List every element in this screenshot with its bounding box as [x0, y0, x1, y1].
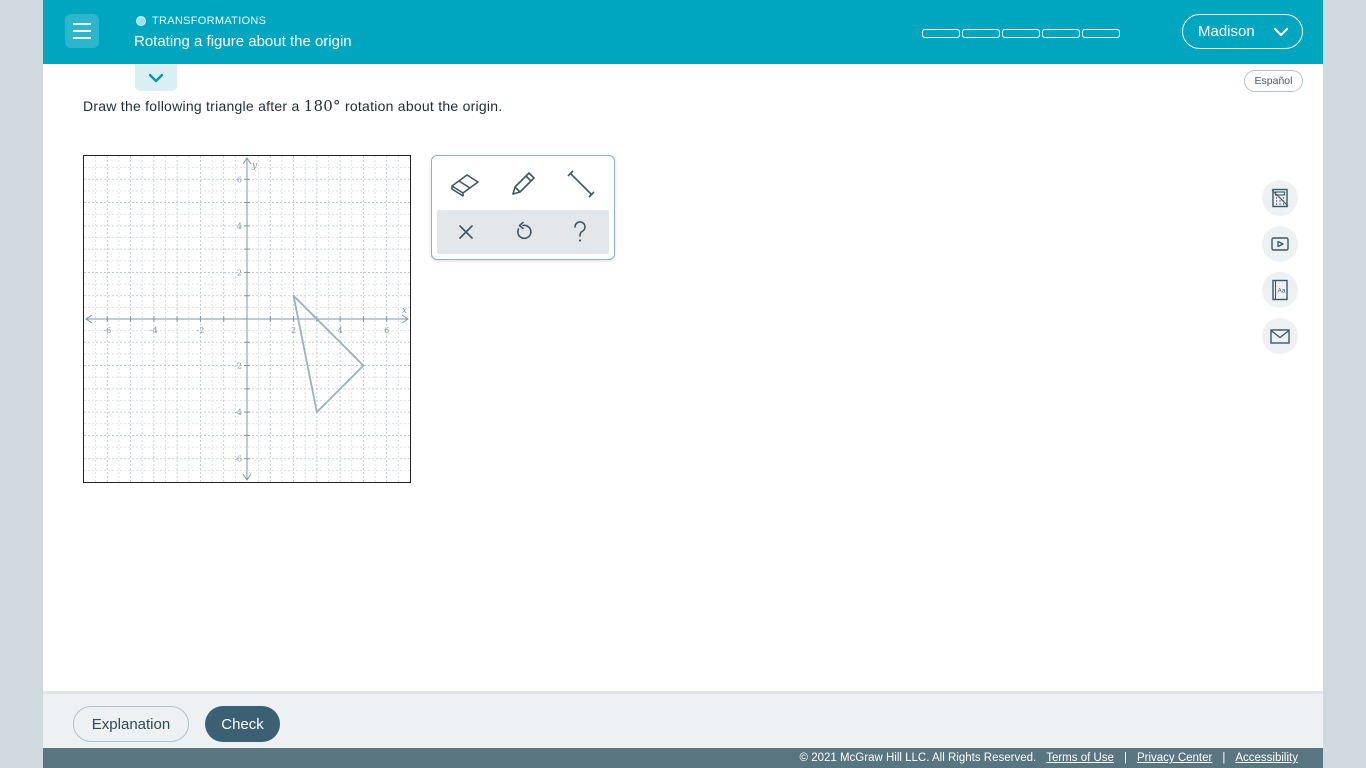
- glossary-icon: Aa: [1272, 279, 1288, 301]
- line-tool-button[interactable]: [561, 166, 601, 202]
- y-tick-label: 6: [237, 175, 242, 184]
- prompt-text-after: rotation about the origin.: [340, 98, 503, 114]
- x-tick-label: -2: [197, 326, 205, 335]
- collapse-header-button[interactable]: [135, 64, 177, 91]
- undo-button[interactable]: [503, 214, 543, 250]
- svg-text:Aa: Aa: [1278, 288, 1286, 295]
- topic-label: TRANSFORMATIONS: [152, 15, 267, 27]
- x-axis-label: x: [402, 306, 407, 316]
- drawing-toolbox: [431, 155, 615, 260]
- x-tick-label: 2: [291, 326, 296, 335]
- action-row: [437, 210, 609, 254]
- pencil-tool-button[interactable]: [503, 166, 543, 202]
- clear-icon: [458, 225, 473, 239]
- calculator-button[interactable]: [1262, 180, 1298, 216]
- x-tick-label: 4: [338, 326, 343, 335]
- y-tick-label: -6: [234, 455, 242, 464]
- progress-segment: [1042, 29, 1080, 38]
- copyright-text: © 2021 McGraw Hill LLC. All Rights Reser…: [799, 752, 1037, 764]
- glossary-button[interactable]: Aa: [1262, 272, 1298, 308]
- menu-icon-bar: [73, 30, 91, 32]
- prompt-math: 180°: [303, 97, 341, 115]
- line-segment-icon: [567, 170, 595, 198]
- top-bar: TRANSFORMATIONS Rotating a figure about …: [43, 0, 1323, 64]
- progress-segment: [962, 29, 1000, 38]
- video-button[interactable]: [1262, 226, 1298, 262]
- menu-icon-bar: [73, 37, 91, 39]
- legal-separator: |: [1222, 752, 1226, 764]
- legal-footer: © 2021 McGraw Hill LLC. All Rights Reser…: [43, 748, 1323, 768]
- menu-button[interactable]: [65, 14, 99, 48]
- progress-segment: [922, 29, 960, 38]
- y-tick-label: 4: [237, 222, 242, 231]
- question-prompt: Draw the following triangle after a 180°…: [83, 97, 502, 115]
- explanation-button[interactable]: Explanation: [73, 706, 189, 742]
- chevron-down-icon: [148, 73, 164, 82]
- check-button[interactable]: Check: [205, 706, 280, 742]
- accessibility-link[interactable]: Accessibility: [1235, 752, 1298, 764]
- side-tools: Aa: [1262, 180, 1298, 354]
- terms-link[interactable]: Terms of Use: [1046, 752, 1114, 764]
- eraser-icon: [451, 174, 479, 197]
- y-axis-label: y: [251, 161, 258, 171]
- progress-bar: [922, 29, 1120, 38]
- prompt-text-before: Draw the following triangle after a: [83, 98, 304, 114]
- x-tick-label: -4: [150, 326, 158, 335]
- x-tick-label: 6: [384, 326, 389, 335]
- video-icon: [1271, 237, 1289, 251]
- user-menu-button[interactable]: Madison: [1182, 14, 1303, 49]
- y-tick-label: -2: [234, 362, 242, 371]
- y-tick-label: -4: [234, 408, 242, 417]
- progress-segment: [1002, 29, 1040, 38]
- chevron-down-icon: [1273, 27, 1289, 37]
- legal-separator: |: [1123, 752, 1127, 764]
- user-name: Madison: [1198, 23, 1255, 40]
- lesson-title: Rotating a figure about the origin: [134, 33, 352, 50]
- tool-row: [436, 160, 610, 208]
- coordinate-graph[interactable]: -6 -4 -2 2 4 6 6 4 2 -2 -4 -6 x y: [83, 155, 411, 483]
- calculator-icon: [1271, 188, 1289, 208]
- pencil-icon: [512, 172, 535, 195]
- x-tick-label: -6: [103, 326, 111, 335]
- help-button[interactable]: [560, 214, 600, 250]
- eraser-tool-button[interactable]: [445, 166, 485, 202]
- privacy-link[interactable]: Privacy Center: [1137, 752, 1212, 764]
- app-window: TRANSFORMATIONS Rotating a figure about …: [43, 0, 1323, 768]
- message-button[interactable]: [1262, 318, 1298, 354]
- topic-row: TRANSFORMATIONS: [136, 15, 266, 27]
- topic-status-icon: [136, 16, 146, 26]
- language-button[interactable]: Español: [1244, 70, 1303, 92]
- help-icon: [574, 221, 587, 242]
- message-icon: [1270, 329, 1290, 344]
- undo-icon: [517, 221, 532, 240]
- action-footer: Explanation Check: [43, 691, 1323, 748]
- y-tick-label: 2: [237, 268, 242, 277]
- clear-button[interactable]: [446, 214, 486, 250]
- progress-segment: [1082, 29, 1120, 38]
- menu-icon-bar: [73, 23, 91, 25]
- graph-canvas[interactable]: -6 -4 -2 2 4 6 6 4 2 -2 -4 -6 x y: [84, 156, 410, 482]
